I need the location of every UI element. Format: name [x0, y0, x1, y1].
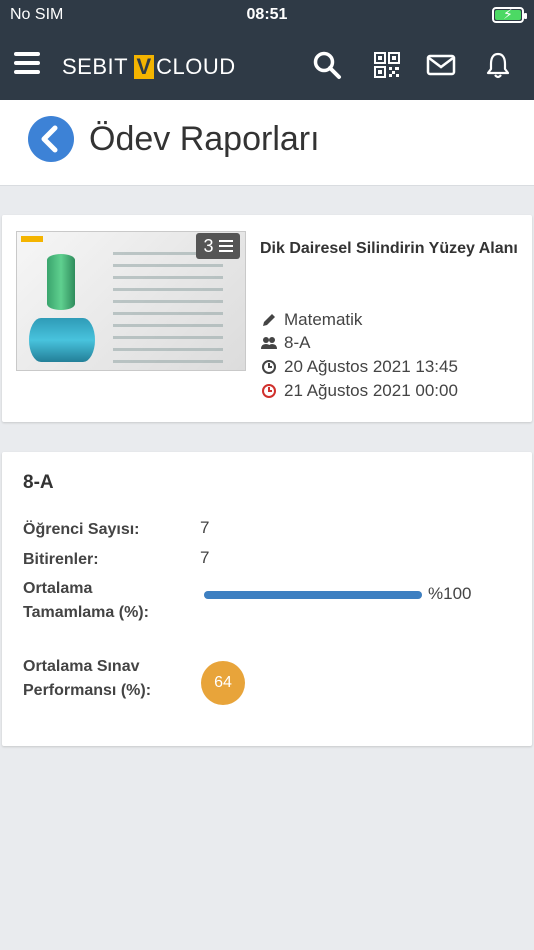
avg-exam-label: Ortalama Sınav Performansı (%):	[23, 658, 152, 699]
avg-completion-label: Ortalama Tamamlama (%):	[23, 580, 149, 621]
bell-icon[interactable]	[483, 50, 513, 80]
pencil-icon	[263, 314, 275, 326]
top-bar: No SIM 08:51 ⚡ SEBIT V CLOUD	[0, 0, 534, 100]
chevron-left-icon	[41, 125, 58, 153]
content-count: 3	[203, 235, 214, 256]
class-row: 8-A	[260, 333, 310, 353]
back-button[interactable]	[28, 116, 74, 162]
brand-mark: V	[134, 55, 155, 79]
page-header: Ödev Raporları	[0, 100, 534, 186]
content-count-badge[interactable]: 3	[196, 233, 240, 259]
student-count-label: Öğrenci Sayısı:	[23, 521, 140, 538]
brand-right: CLOUD	[156, 54, 236, 79]
navbar: SEBIT V CLOUD	[0, 30, 534, 100]
report-card: 8-A Öğrenci Sayısı: 7 Bitirenler: 7 Orta…	[2, 452, 532, 746]
end-date: 21 Ağustos 2021 00:00	[284, 381, 458, 400]
completion-progress-bar	[204, 591, 422, 599]
class-name: 8-A	[284, 333, 311, 352]
cylinder-image	[29, 318, 95, 362]
users-icon	[261, 337, 277, 349]
start-date-row: 20 Ağustos 2021 13:45	[260, 357, 458, 377]
clock-icon	[262, 360, 276, 374]
assignment-card[interactable]: 3 Dik Dairesel Silindirin Yüzey Alanı Ma…	[2, 215, 532, 422]
report-class-name: 8-A	[23, 472, 54, 493]
battery-icon: ⚡	[492, 6, 527, 23]
clock-icon	[262, 384, 276, 398]
list-icon	[218, 240, 233, 252]
status-bar: No SIM 08:51 ⚡	[0, 0, 534, 30]
subject-row: Matematik	[260, 310, 362, 330]
subject: Matematik	[284, 310, 363, 329]
finished-count: 7	[200, 548, 210, 567]
mail-icon[interactable]	[426, 50, 456, 80]
page-title: Ödev Raporları	[89, 120, 320, 158]
end-date-row: 21 Ağustos 2021 00:00	[260, 381, 458, 401]
finished-label: Bitirenler:	[23, 551, 99, 568]
start-date: 20 Ağustos 2021 13:45	[284, 357, 458, 376]
exam-score-badge: 64	[201, 661, 245, 705]
brand-left: SEBIT	[62, 54, 129, 79]
menu-icon[interactable]	[14, 52, 40, 74]
search-icon[interactable]	[312, 50, 342, 80]
assignment-title: Dik Dairesel Silindirin Yüzey Alanı	[260, 240, 518, 257]
brand-logo[interactable]: SEBIT V CLOUD	[62, 54, 236, 80]
avg-completion-percent: %100	[428, 584, 472, 603]
clock: 08:51	[246, 6, 288, 23]
cylinder-image	[47, 254, 75, 310]
qr-code-icon[interactable]	[372, 50, 402, 80]
student-count: 7	[200, 518, 210, 537]
